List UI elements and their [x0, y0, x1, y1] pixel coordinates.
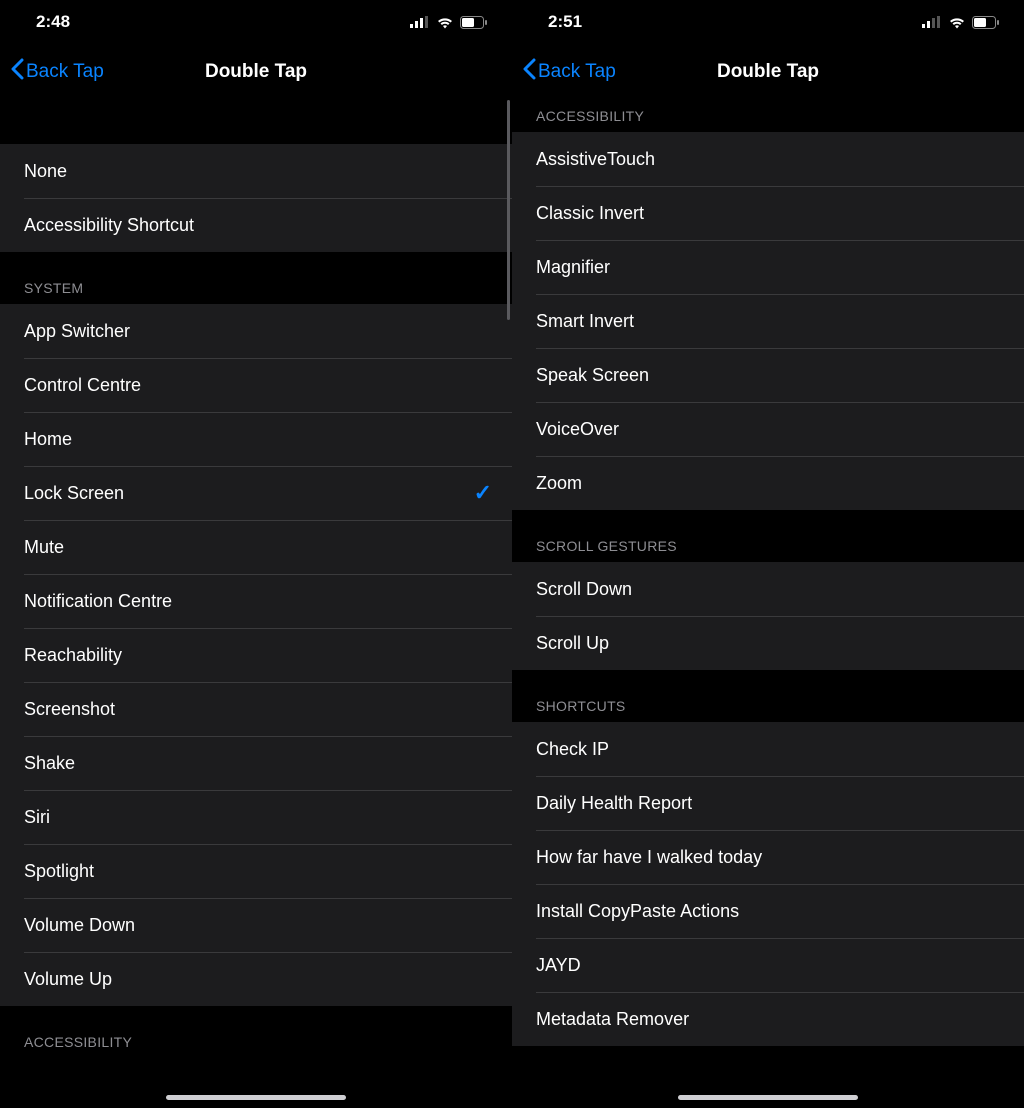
content-left[interactable]: None Accessibility Shortcut SYSTEM App S… — [0, 100, 512, 1108]
status-time: 2:48 — [36, 12, 70, 32]
back-label: Back Tap — [538, 61, 616, 83]
row-accessibility-shortcut[interactable]: Accessibility Shortcut — [0, 198, 512, 252]
row-label: How far have I walked today — [536, 847, 762, 868]
wifi-icon — [436, 16, 454, 29]
row-control-centre[interactable]: Control Centre — [0, 358, 512, 412]
row-label: None — [24, 161, 67, 182]
row-daily-health-report[interactable]: Daily Health Report — [512, 776, 1024, 830]
status-bar: 2:48 — [0, 0, 512, 44]
row-volume-up[interactable]: Volume Up — [0, 952, 512, 1006]
home-indicator[interactable] — [678, 1095, 858, 1100]
row-mute[interactable]: Mute — [0, 520, 512, 574]
row-how-far-walked[interactable]: How far have I walked today — [512, 830, 1024, 884]
back-button[interactable]: Back Tap — [522, 58, 616, 86]
row-label: Smart Invert — [536, 311, 634, 332]
row-label: AssistiveTouch — [536, 149, 655, 170]
section-header-system: SYSTEM — [0, 252, 512, 304]
row-install-copypaste[interactable]: Install CopyPaste Actions — [512, 884, 1024, 938]
row-voiceover[interactable]: VoiceOver — [512, 402, 1024, 456]
nav-bar: Back Tap Double Tap — [0, 44, 512, 100]
chevron-left-icon — [10, 58, 26, 86]
row-label: App Switcher — [24, 321, 130, 342]
row-label: Install CopyPaste Actions — [536, 901, 739, 922]
row-notification-centre[interactable]: Notification Centre — [0, 574, 512, 628]
row-label: Lock Screen — [24, 483, 124, 504]
row-zoom[interactable]: Zoom — [512, 456, 1024, 510]
row-scroll-down[interactable]: Scroll Down — [512, 562, 1024, 616]
signal-icon — [410, 16, 430, 28]
back-button[interactable]: Back Tap — [10, 58, 104, 86]
row-reachability[interactable]: Reachability — [0, 628, 512, 682]
row-screenshot[interactable]: Screenshot — [0, 682, 512, 736]
row-label: Home — [24, 429, 72, 450]
row-spotlight[interactable]: Spotlight — [0, 844, 512, 898]
content-right[interactable]: ACCESSIBILITY AssistiveTouch Classic Inv… — [512, 100, 1024, 1108]
row-scroll-up[interactable]: Scroll Up — [512, 616, 1024, 670]
group-shortcuts: Check IP Daily Health Report How far hav… — [512, 722, 1024, 1046]
row-volume-down[interactable]: Volume Down — [0, 898, 512, 952]
group-system: App Switcher Control Centre Home Lock Sc… — [0, 304, 512, 1006]
row-label: Spotlight — [24, 861, 94, 882]
wifi-icon — [948, 16, 966, 29]
row-magnifier[interactable]: Magnifier — [512, 240, 1024, 294]
row-none[interactable]: None — [0, 144, 512, 198]
row-speak-screen[interactable]: Speak Screen — [512, 348, 1024, 402]
row-lock-screen[interactable]: Lock Screen ✓ — [0, 466, 512, 520]
row-label: Accessibility Shortcut — [24, 215, 194, 236]
row-check-ip[interactable]: Check IP — [512, 722, 1024, 776]
row-label: Mute — [24, 537, 64, 558]
row-label: Magnifier — [536, 257, 610, 278]
status-bar: 2:51 — [512, 0, 1024, 44]
row-home[interactable]: Home — [0, 412, 512, 466]
row-label: Scroll Down — [536, 579, 632, 600]
group-accessibility: AssistiveTouch Classic Invert Magnifier … — [512, 132, 1024, 510]
phone-left: 2:48 Back Tap Double Tap — [0, 0, 512, 1108]
row-assistivetouch[interactable]: AssistiveTouch — [512, 132, 1024, 186]
nav-bar: Back Tap Double Tap — [512, 44, 1024, 100]
row-label: Classic Invert — [536, 203, 644, 224]
checkmark-icon: ✓ — [474, 480, 492, 506]
home-indicator[interactable] — [166, 1095, 346, 1100]
row-label: Screenshot — [24, 699, 115, 720]
row-label: Speak Screen — [536, 365, 649, 386]
phone-right: 2:51 Back Tap Double Tap ACCESSIBILITY — [512, 0, 1024, 1108]
group-scroll-gestures: Scroll Down Scroll Up — [512, 562, 1024, 670]
row-metadata-remover[interactable]: Metadata Remover — [512, 992, 1024, 1046]
battery-icon — [972, 16, 1000, 29]
chevron-left-icon — [522, 58, 538, 86]
row-label: Control Centre — [24, 375, 141, 396]
row-smart-invert[interactable]: Smart Invert — [512, 294, 1024, 348]
row-label: Volume Down — [24, 915, 135, 936]
scrollbar-indicator[interactable] — [507, 100, 510, 320]
back-label: Back Tap — [26, 61, 104, 83]
group-top: None Accessibility Shortcut — [0, 144, 512, 252]
status-icons — [922, 16, 1000, 29]
row-label: VoiceOver — [536, 419, 619, 440]
row-app-switcher[interactable]: App Switcher — [0, 304, 512, 358]
row-shake[interactable]: Shake — [0, 736, 512, 790]
row-label: Siri — [24, 807, 50, 828]
section-header-accessibility: ACCESSIBILITY — [512, 100, 1024, 132]
row-label: Daily Health Report — [536, 793, 692, 814]
row-label: JAYD — [536, 955, 581, 976]
row-label: Metadata Remover — [536, 1009, 689, 1030]
row-label: Zoom — [536, 473, 582, 494]
row-label: Reachability — [24, 645, 122, 666]
section-header-accessibility: ACCESSIBILITY — [0, 1006, 512, 1058]
section-header-shortcuts: SHORTCUTS — [512, 670, 1024, 722]
row-classic-invert[interactable]: Classic Invert — [512, 186, 1024, 240]
row-label: Scroll Up — [536, 633, 609, 654]
battery-icon — [460, 16, 488, 29]
row-label: Notification Centre — [24, 591, 172, 612]
status-icons — [410, 16, 488, 29]
row-siri[interactable]: Siri — [0, 790, 512, 844]
signal-icon — [922, 16, 942, 28]
row-label: Check IP — [536, 739, 609, 760]
status-time: 2:51 — [548, 12, 582, 32]
row-jayd[interactable]: JAYD — [512, 938, 1024, 992]
row-label: Volume Up — [24, 969, 112, 990]
row-label: Shake — [24, 753, 75, 774]
section-header-scroll-gestures: SCROLL GESTURES — [512, 510, 1024, 562]
